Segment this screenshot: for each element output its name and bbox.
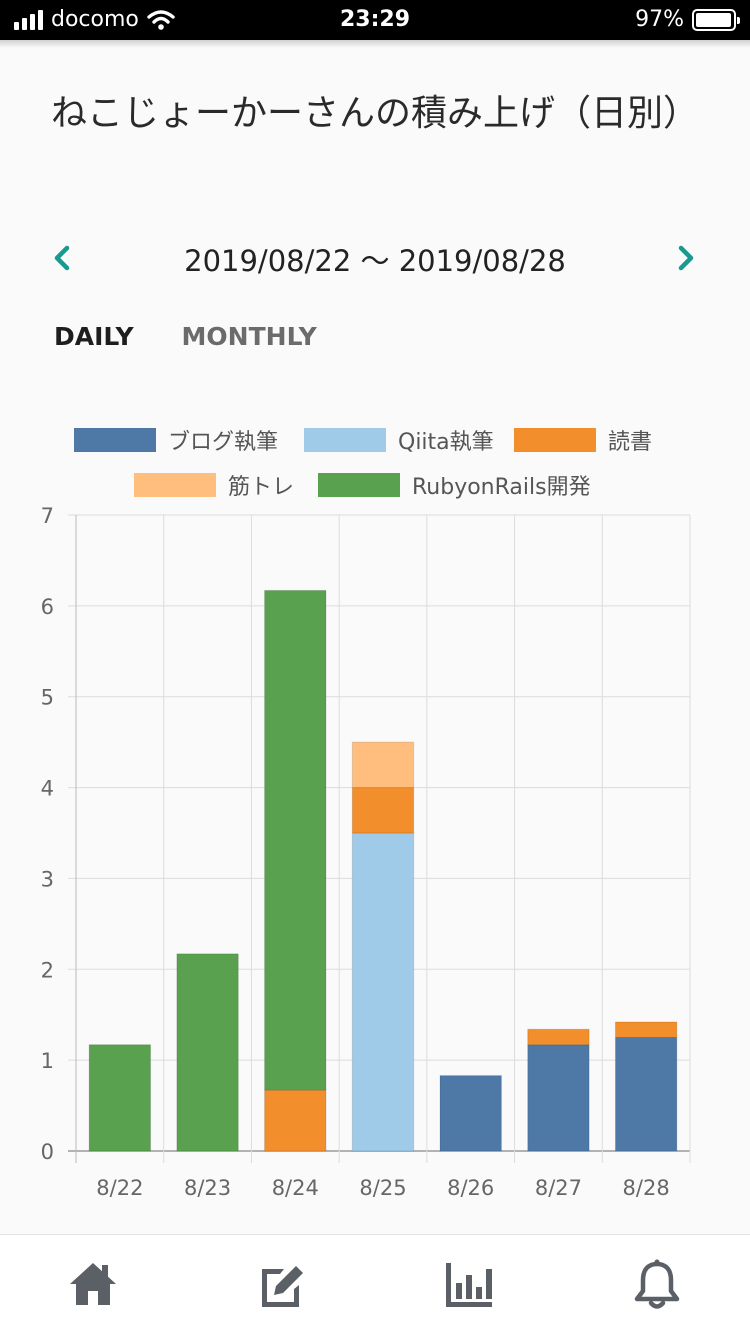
bar-segment[interactable] <box>527 1028 590 1046</box>
header-shadow <box>0 40 750 48</box>
legend-swatch-qiita <box>304 428 386 452</box>
x-tick-label: 8/24 <box>272 1176 319 1200</box>
bar-segment[interactable] <box>88 1044 152 1152</box>
legend-swatch-rails <box>318 473 400 497</box>
bar-chart-icon[interactable] <box>442 1257 496 1311</box>
legend-label-reading: 読書 <box>608 430 653 455</box>
y-tick-label: 2 <box>41 958 54 982</box>
edit-icon[interactable] <box>254 1257 308 1311</box>
page-title: ねこじょーかーさんの積み上げ（日別） <box>50 93 699 134</box>
tab-daily[interactable]: DAILY <box>54 322 134 351</box>
bar-segment[interactable] <box>264 589 327 1091</box>
legend-item-blog[interactable]: ブログ執筆 <box>74 424 278 456</box>
x-tick-label: 8/22 <box>96 1176 143 1200</box>
x-tick-label: 8/28 <box>623 1176 670 1200</box>
bar-segment[interactable] <box>176 953 239 1152</box>
bar-segment[interactable] <box>439 1075 502 1152</box>
period-tabs: DAILY MONTHLY <box>54 322 317 351</box>
chevron-left-icon[interactable] <box>40 236 84 280</box>
tab-monthly[interactable]: MONTHLY <box>182 322 317 351</box>
bar-segment[interactable] <box>351 741 415 789</box>
y-tick-label: 1 <box>41 1049 54 1073</box>
date-navigator: 2019/08/22 〜 2019/08/28 <box>0 230 750 286</box>
legend-item-qiita[interactable]: Qiita執筆 <box>304 424 494 456</box>
chevron-right-icon[interactable] <box>664 236 708 280</box>
y-tick-label: 5 <box>41 686 54 710</box>
home-icon[interactable] <box>66 1257 120 1311</box>
y-tick-label: 6 <box>41 595 54 619</box>
legend-swatch-workout <box>134 473 216 497</box>
x-tick-label: 8/26 <box>447 1176 494 1200</box>
bar-segment[interactable] <box>264 1089 327 1152</box>
legend-swatch-reading <box>514 428 596 452</box>
status-bar: docomo 23:29 97% <box>0 0 750 40</box>
battery-icon <box>692 8 740 31</box>
x-tick-label: 8/27 <box>535 1176 582 1200</box>
bottom-tab-bar <box>0 1234 750 1334</box>
bell-icon[interactable] <box>630 1257 684 1311</box>
stacked-bar-chart: 0 1 2 3 4 5 6 7 8/22 8/23 8/24 8/25 8/26 8/27 8/28 <box>41 504 691 1200</box>
legend-item-reading[interactable]: 読書 <box>514 424 652 456</box>
bar-segment[interactable] <box>614 1036 678 1152</box>
legend-swatch-blog <box>74 428 156 452</box>
bar-segment[interactable] <box>351 832 415 1152</box>
legend-label-blog: ブログ執筆 <box>168 430 279 455</box>
status-right: 97% <box>635 7 740 32</box>
date-range: 2019/08/22 〜 2019/08/28 <box>184 244 566 278</box>
bar-segment[interactable] <box>527 1044 590 1152</box>
bar-segment[interactable] <box>614 1021 678 1038</box>
battery-percent: 97% <box>635 7 684 32</box>
x-tick-label: 8/25 <box>359 1176 406 1200</box>
y-tick-label: 3 <box>41 867 54 891</box>
x-tick-label: 8/23 <box>184 1176 231 1200</box>
bar-segment[interactable] <box>351 787 415 834</box>
y-tick-label: 0 <box>41 1140 54 1164</box>
legend-label-qiita: Qiita執筆 <box>398 430 494 455</box>
y-tick-label: 4 <box>41 777 54 801</box>
y-tick-label: 7 <box>41 504 54 528</box>
